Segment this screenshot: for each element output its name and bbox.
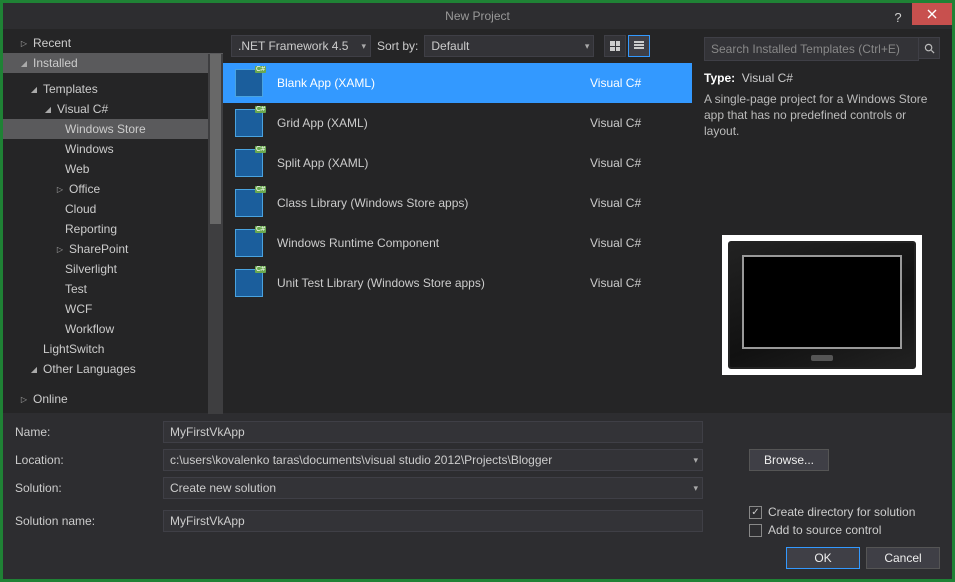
template-icon: C# [235, 229, 263, 257]
checkbox-icon: ✓ [749, 506, 762, 519]
template-item[interactable]: C# Grid App (XAML) Visual C# [223, 103, 692, 143]
template-lang: Visual C# [590, 116, 680, 130]
sidebar-item-windows[interactable]: Windows [3, 139, 223, 159]
sidebar-item-web[interactable]: Web [3, 159, 223, 179]
sidebar-item-office[interactable]: Office [3, 179, 223, 199]
solution-label: Solution: [15, 481, 155, 495]
ok-button[interactable]: OK [786, 547, 860, 569]
help-button[interactable]: ? [884, 3, 912, 31]
template-name: Blank App (XAML) [277, 76, 576, 90]
sidebar-item-cloud[interactable]: Cloud [3, 199, 223, 219]
template-name: Unit Test Library (Windows Store apps) [277, 276, 576, 290]
template-name: Class Library (Windows Store apps) [277, 196, 576, 210]
source-control-checkbox[interactable]: Add to source control [749, 523, 955, 537]
template-list: C# Blank App (XAML) Visual C#C# Grid App… [223, 63, 692, 413]
toolbar: .NET Framework 4.5 Sort by: Default [223, 29, 692, 63]
sidebar-installed[interactable]: Installed [3, 53, 223, 73]
window-title: New Project [445, 9, 510, 23]
solution-name-input[interactable]: MyFirstVkApp [163, 510, 703, 532]
chevron-icon [19, 39, 29, 48]
sidebar-visual-csharp[interactable]: Visual C# [3, 99, 223, 119]
template-icon: C# [235, 69, 263, 97]
titlebar: New Project ? [3, 3, 952, 29]
template-item[interactable]: C# Blank App (XAML) Visual C# [223, 63, 692, 103]
chevron-icon [19, 395, 29, 404]
solution-name-label: Solution name: [15, 514, 155, 528]
template-icon: C# [235, 109, 263, 137]
solution-combo[interactable]: Create new solution [163, 477, 703, 499]
template-icon: C# [235, 189, 263, 217]
description: A single-page project for a Windows Stor… [704, 91, 940, 140]
chevron-down-icon [19, 59, 29, 68]
sidebar: Recent Installed Templates Visual C# Win… [3, 29, 223, 413]
sort-combo[interactable]: Default [424, 35, 594, 57]
template-item[interactable]: C# Unit Test Library (Windows Store apps… [223, 263, 692, 303]
checkbox-icon [749, 524, 762, 537]
sidebar-item-lightswitch[interactable]: LightSwitch [3, 339, 223, 359]
create-dir-checkbox[interactable]: ✓Create directory for solution [749, 505, 955, 519]
chevron-down-icon [29, 85, 39, 94]
sidebar-item-silverlight[interactable]: Silverlight [3, 259, 223, 279]
template-item[interactable]: C# Class Library (Windows Store apps) Vi… [223, 183, 692, 223]
sidebar-recent[interactable]: Recent [3, 33, 223, 53]
chevron-down-icon [29, 365, 39, 374]
cancel-button[interactable]: Cancel [866, 547, 940, 569]
chevron-down-icon [43, 105, 53, 114]
template-name: Split App (XAML) [277, 156, 576, 170]
template-lang: Visual C# [590, 196, 680, 210]
location-input[interactable]: c:\users\kovalenko taras\documents\visua… [163, 449, 703, 471]
view-list-button[interactable] [628, 35, 650, 57]
sidebar-item-windows-store[interactable]: Windows Store [3, 119, 223, 139]
browse-button[interactable]: Browse... [749, 449, 829, 471]
template-item[interactable]: C# Split App (XAML) Visual C# [223, 143, 692, 183]
sidebar-item-sharepoint[interactable]: SharePoint [3, 239, 223, 259]
template-lang: Visual C# [590, 236, 680, 250]
sidebar-other-languages[interactable]: Other Languages [3, 359, 223, 379]
sidebar-item-test[interactable]: Test [3, 279, 223, 299]
view-tiles-button[interactable] [604, 35, 626, 57]
sidebar-online[interactable]: Online [3, 389, 223, 409]
details-panel: Search Installed Templates (Ctrl+E) Type… [692, 29, 952, 413]
sort-label: Sort by: [377, 39, 418, 53]
center-panel: .NET Framework 4.5 Sort by: Default C# B… [223, 29, 692, 413]
template-icon: C# [235, 149, 263, 177]
sidebar-templates[interactable]: Templates [3, 79, 223, 99]
search-input[interactable]: Search Installed Templates (Ctrl+E) [704, 37, 919, 61]
template-name: Grid App (XAML) [277, 116, 576, 130]
name-input[interactable]: MyFirstVkApp [163, 421, 703, 443]
template-lang: Visual C# [590, 276, 680, 290]
framework-combo[interactable]: .NET Framework 4.5 [231, 35, 371, 57]
close-button[interactable] [912, 3, 952, 25]
scrollbar-thumb[interactable] [210, 54, 221, 224]
preview-image [722, 235, 922, 375]
location-label: Location: [15, 453, 155, 467]
chevron-icon [55, 245, 65, 254]
template-lang: Visual C# [590, 156, 680, 170]
template-item[interactable]: C# Windows Runtime Component Visual C# [223, 223, 692, 263]
sidebar-item-wcf[interactable]: WCF [3, 299, 223, 319]
sidebar-item-reporting[interactable]: Reporting [3, 219, 223, 239]
template-name: Windows Runtime Component [277, 236, 576, 250]
search-icon [924, 43, 935, 54]
sidebar-scrollbar[interactable] [208, 54, 223, 414]
sidebar-item-workflow[interactable]: Workflow [3, 319, 223, 339]
search-button[interactable] [918, 37, 940, 59]
chevron-icon [55, 185, 65, 194]
name-label: Name: [15, 425, 155, 439]
template-icon: C# [235, 269, 263, 297]
type-row: Type: Visual C# [704, 71, 940, 85]
template-lang: Visual C# [590, 76, 680, 90]
